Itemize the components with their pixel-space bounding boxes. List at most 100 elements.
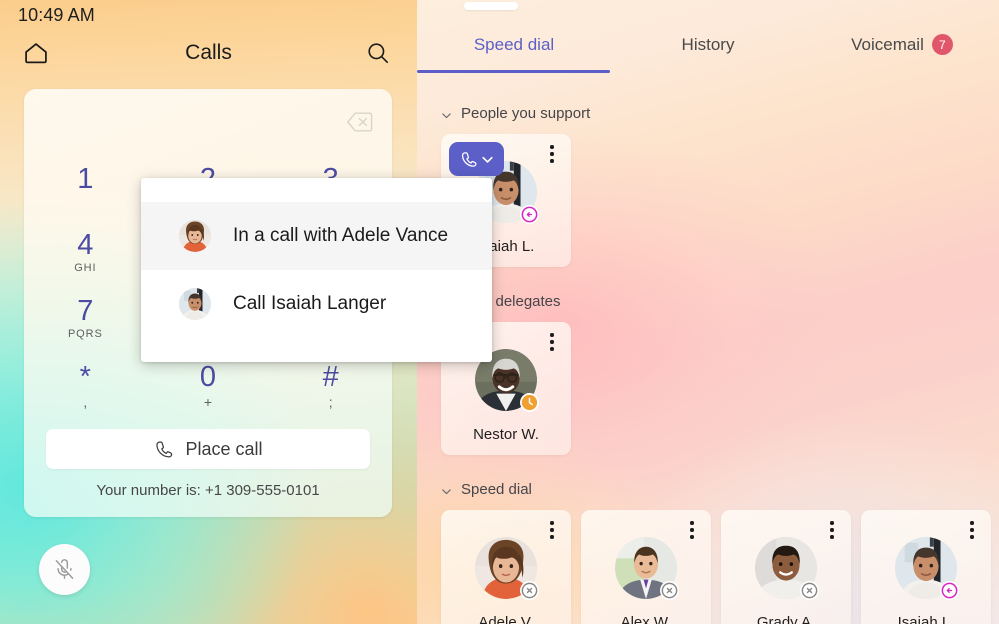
dialpad-key-letters: PQRS: [67, 327, 103, 340]
dialpad-key-letters: GHI: [74, 261, 97, 274]
chevron-down-icon: [441, 484, 452, 495]
avatar-wrapper: [475, 537, 539, 600]
contact-name: Alex W.: [620, 614, 672, 624]
dialpad-key-letters: +: [203, 393, 213, 410]
card-more-options-button[interactable]: [542, 519, 562, 541]
avatar: [179, 220, 211, 252]
context-menu-item-label: Call Isaiah Langer: [233, 293, 387, 314]
calls-header: Calls: [0, 30, 417, 76]
contact-name: Adele V.: [478, 614, 534, 624]
card-more-options-button[interactable]: [542, 143, 562, 165]
contact-card[interactable]: Grady A.: [721, 510, 851, 624]
dot: [690, 521, 694, 525]
dot: [690, 535, 694, 539]
status-bar: 10:49 AM: [0, 0, 417, 30]
dot: [830, 521, 834, 525]
avatar: [179, 288, 211, 320]
status-badge-offline: [660, 581, 679, 600]
section-speed-dial: Speed dial Adele V. Alex W. Grady A. Isa…: [417, 477, 999, 624]
dot: [970, 521, 974, 525]
dialpad-key-digit: 4: [77, 228, 94, 261]
dialpad-key-4[interactable]: 4 GHI: [24, 219, 147, 285]
tab-label: Voicemail: [851, 34, 924, 54]
dot: [550, 521, 554, 525]
chevron-down-icon: [482, 156, 493, 163]
dialpad-key-1[interactable]: 1: [24, 153, 147, 219]
calls-app-window: 10:49 AM Calls 1 4 GHI 7 PQRS * , 0 + # …: [0, 0, 999, 624]
card-more-options-button[interactable]: [822, 519, 842, 541]
place-call-label: Place call: [185, 438, 263, 459]
context-menu-item-label: In a call with Adele Vance: [233, 225, 449, 246]
status-badge-forwarded: [520, 205, 539, 224]
phone-icon: [461, 151, 477, 167]
card-more-options-button[interactable]: [962, 519, 982, 541]
contact-name: Nestor W.: [473, 426, 539, 443]
status-badge-away: [520, 393, 539, 412]
dot: [550, 347, 554, 351]
your-number-text: Your number is: +1 309-555-0101: [96, 482, 320, 499]
dialpad-key-digit: 0: [199, 360, 217, 393]
status-badge-offline: [520, 581, 539, 600]
contact-card[interactable]: Isaiah L.: [861, 510, 991, 624]
dot: [550, 535, 554, 539]
dot: [550, 145, 554, 149]
section-header[interactable]: Speed dial: [417, 477, 999, 501]
card-more-options-button[interactable]: [682, 519, 702, 541]
voicemail-count-badge: 7: [931, 34, 953, 55]
chevron-down-icon: [441, 108, 452, 119]
tab-voicemail[interactable]: Voicemail 7: [805, 16, 999, 73]
dot: [550, 152, 554, 156]
section-header[interactable]: People you support: [417, 101, 999, 125]
status-badge-offline: [800, 581, 819, 600]
dot: [550, 528, 554, 532]
section-people-you-support: People you support Isaiah L.: [417, 101, 999, 267]
dialpad-key-letters: ;: [328, 393, 333, 410]
avatar-wrapper: [755, 537, 819, 600]
page-title: Calls: [185, 41, 232, 64]
tab-history[interactable]: History: [611, 16, 805, 73]
tab-bar: Speed dial History Voicemail 7: [417, 16, 999, 73]
dialpad-key-digit: #: [322, 360, 339, 393]
dialpad-key-digit: 7: [77, 294, 94, 327]
phone-icon: [156, 441, 173, 457]
dialpad-key-digit: 1: [77, 162, 94, 195]
contact-card-row: Adele V. Alex W. Grady A. Isaiah L.: [417, 510, 999, 624]
contact-card[interactable]: Adele V.: [441, 510, 571, 624]
dot: [970, 535, 974, 539]
dialed-number-display[interactable]: [24, 89, 392, 151]
contact-card[interactable]: Alex W.: [581, 510, 711, 624]
dialpad-key-7[interactable]: 7 PQRS: [24, 285, 147, 351]
avatar-wrapper: [615, 537, 679, 600]
dot: [550, 333, 554, 337]
active-tab-underline: [417, 70, 610, 73]
dot: [970, 528, 974, 532]
section-title: Speed dial: [461, 480, 532, 498]
contact-card-row: Isaiah L.: [417, 134, 999, 267]
contact-card-row: Nestor W.: [417, 322, 999, 455]
card-more-options-button[interactable]: [542, 331, 562, 353]
call-dropdown-button[interactable]: [449, 142, 504, 176]
drag-handle[interactable]: [464, 2, 518, 10]
microphone-muted-icon[interactable]: [39, 544, 90, 595]
search-icon[interactable]: [362, 37, 394, 69]
dialpad-key-star[interactable]: *,: [24, 351, 147, 417]
dot: [830, 528, 834, 532]
avatar-wrapper: [895, 537, 959, 600]
dot: [830, 535, 834, 539]
backspace-icon[interactable]: [345, 109, 375, 135]
dialpad-key-digit: *: [79, 360, 91, 393]
speed-dial-pane: Speed dial History Voicemail 7 People you s…: [417, 0, 999, 624]
tab-speed-dial[interactable]: Speed dial: [417, 16, 611, 73]
section-header[interactable]: Your delegates: [417, 289, 999, 313]
call-context-menu: In a call with Adele Vance Call Isaiah L…: [141, 178, 492, 362]
place-call-button[interactable]: Place call: [46, 429, 370, 469]
status-bar-time: 10:49 AM: [18, 4, 95, 25]
section-your-delegates: Your delegates Nestor W.: [417, 289, 999, 455]
dialpad-key-letters: ,: [83, 393, 88, 410]
context-menu-item[interactable]: In a call with Adele Vance: [141, 202, 492, 270]
dot: [690, 528, 694, 532]
context-menu-item[interactable]: Call Isaiah Langer: [141, 270, 492, 338]
dot: [550, 340, 554, 344]
dot: [550, 159, 554, 163]
tab-label: Speed dial: [473, 34, 555, 54]
